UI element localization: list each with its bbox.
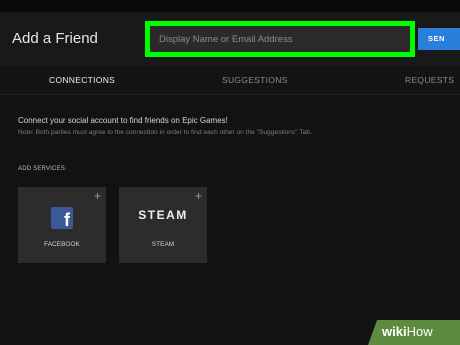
- connect-text: Connect your social account to find frie…: [18, 116, 228, 125]
- send-button[interactable]: SEN: [418, 28, 460, 50]
- tab-requests[interactable]: REQUESTS: [405, 75, 454, 85]
- page-title: Add a Friend: [12, 30, 98, 47]
- tab-connections[interactable]: CONNECTIONS: [49, 75, 115, 85]
- search-input[interactable]: [150, 26, 410, 52]
- facebook-service-card[interactable]: + f FACEBOOK: [18, 187, 106, 263]
- tab-bar: CONNECTIONS SUGGESTIONS REQUESTS: [0, 66, 460, 95]
- search-highlight: [145, 21, 415, 57]
- service-label-steam: STEAM: [151, 241, 175, 248]
- add-services-label: ADD SERVICES:: [18, 166, 67, 172]
- tab-suggestions[interactable]: SUGGESTIONS: [222, 75, 288, 85]
- service-label-facebook: FACEBOOK: [44, 241, 80, 248]
- facebook-icon: f: [51, 207, 73, 230]
- header-bar: Add a Friend SEN: [0, 12, 460, 66]
- steam-logo: STEAM: [138, 208, 188, 222]
- add-icon[interactable]: +: [94, 190, 101, 202]
- top-strip: [0, 0, 460, 12]
- note-text: Note: Both parties must agree to the con…: [18, 129, 312, 136]
- wikihow-watermark: wikiHow: [382, 324, 433, 339]
- add-icon[interactable]: +: [195, 190, 202, 202]
- steam-service-card[interactable]: + STEAM STEAM: [119, 187, 207, 263]
